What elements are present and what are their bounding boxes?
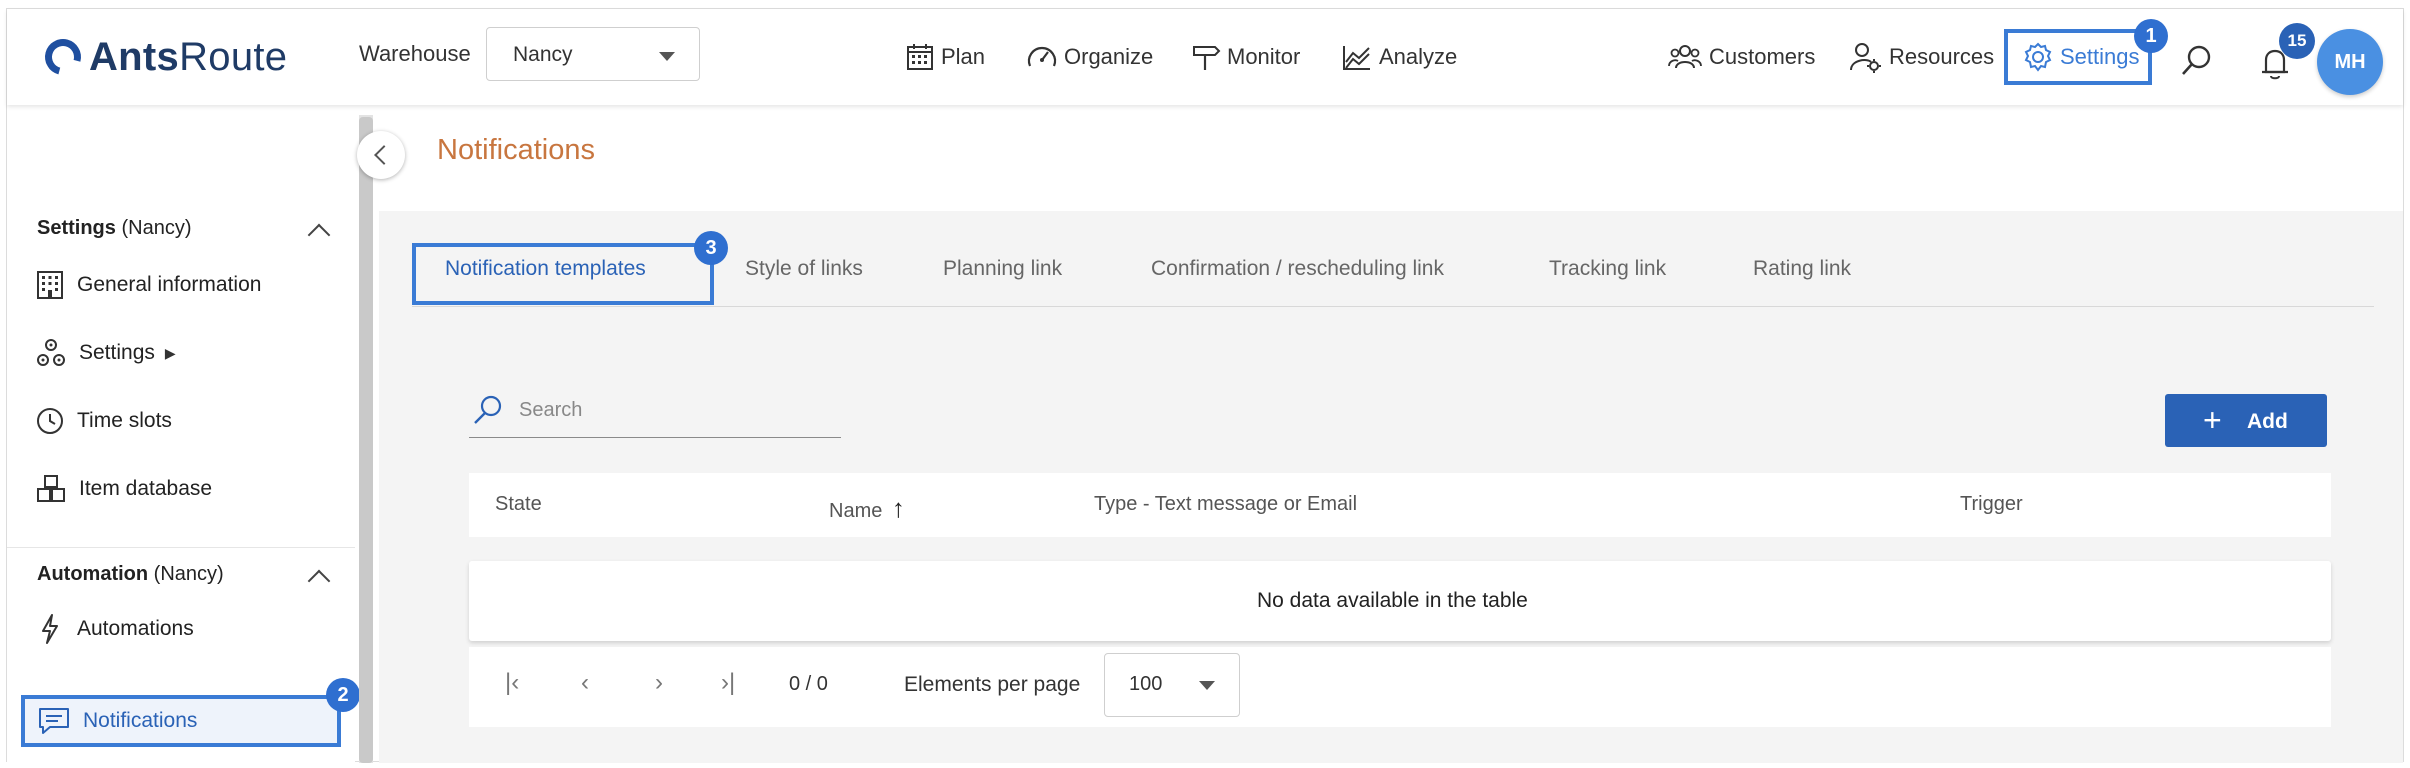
tab-confirmation-rescheduling-link[interactable]: Confirmation / rescheduling link	[1151, 257, 1444, 281]
caret-down-icon	[659, 52, 675, 61]
plus-icon: +	[2203, 402, 2222, 438]
boxes-icon	[37, 475, 65, 502]
users-icon	[1668, 45, 1702, 69]
last-page-icon[interactable]: ›|	[721, 669, 735, 697]
calendar-icon	[907, 44, 933, 70]
sidebar-item-label: Settings	[79, 341, 155, 364]
tabs-divider	[412, 306, 2374, 307]
building-icon	[37, 271, 63, 299]
elements-per-page-label: Elements per page	[904, 673, 1081, 696]
sidebar-item-general-information[interactable]: General information	[35, 265, 261, 305]
nav-resources-label: Resources	[1889, 44, 1995, 69]
tab-tracking-link[interactable]: Tracking link	[1549, 257, 1666, 281]
sidebar-scrollbar-thumb[interactable]	[359, 117, 373, 763]
table-header	[469, 473, 2331, 537]
nav-analyze-label: Analyze	[1379, 44, 1458, 69]
sort-ascending-icon: ↑	[891, 493, 905, 523]
app-window: AntsRoute Warehouse Nancy Plan Organize …	[6, 8, 2404, 763]
tab-notification-templates[interactable]: Notification templates	[445, 257, 646, 281]
nav-monitor-label: Monitor	[1227, 44, 1301, 69]
tab-planning-link[interactable]: Planning link	[943, 257, 1062, 281]
annotation-badge-1: 1	[2134, 19, 2168, 53]
warehouse-select[interactable]: Nancy	[486, 27, 700, 81]
empty-message: No data available in the table	[1257, 589, 1528, 612]
nav-organize-label: Organize	[1064, 44, 1154, 69]
sidebar-item-label: Item database	[79, 477, 213, 500]
settings-section-header[interactable]: Settings (Nancy)	[37, 217, 191, 240]
page-range: 0 / 0	[789, 673, 828, 695]
chart-icon	[1343, 46, 1370, 70]
sidebar-item-item-database[interactable]: Item database	[35, 469, 212, 509]
elements-per-page-select[interactable]	[1104, 653, 1240, 717]
sidebar-item-label: Automations	[77, 617, 194, 640]
elements-per-page-value: 100	[1129, 673, 1163, 695]
sidebar-item-settings[interactable]: Settings ▶	[35, 333, 176, 373]
notification-count-badge: 15	[2279, 23, 2315, 59]
sidebar: Settings (Nancy) General information Set…	[7, 105, 360, 763]
nav-organize[interactable]: Organize	[1026, 39, 1153, 75]
automation-section-header[interactable]: Automation (Nancy)	[37, 563, 224, 586]
logo-text: AntsRoute	[89, 34, 288, 79]
lightning-icon	[42, 614, 58, 644]
clock-icon	[37, 408, 63, 434]
speedometer-icon	[1027, 46, 1057, 67]
page-title: Notifications	[437, 134, 595, 166]
search-icon	[474, 395, 502, 424]
add-button[interactable]: + Add	[2165, 394, 2327, 447]
search-icon[interactable]	[2179, 43, 2215, 79]
chat-message-icon	[39, 708, 69, 734]
pagination-bar	[469, 647, 2331, 727]
sidebar-divider	[7, 547, 355, 548]
sidebar-item-label: Time slots	[77, 409, 172, 432]
chevron-up-icon[interactable]	[307, 223, 331, 247]
settings-highlight-box	[2004, 29, 2152, 85]
nav-analyze[interactable]: Analyze	[1341, 39, 1457, 75]
annotation-badge-2: 2	[326, 678, 360, 712]
sidebar-item-time-slots[interactable]: Time slots	[35, 401, 172, 441]
collapse-sidebar-button[interactable]	[357, 131, 405, 179]
column-name[interactable]: Name ↑	[829, 493, 905, 524]
sidebar-item-notifications[interactable]: Notifications	[37, 701, 197, 741]
first-page-icon[interactable]: |‹	[505, 669, 519, 697]
tab-rating-link[interactable]: Rating link	[1753, 257, 1851, 281]
signpost-icon	[1193, 46, 1221, 70]
sidebar-item-automations[interactable]: Automations	[35, 609, 194, 649]
gears-icon	[37, 339, 65, 366]
warehouse-label: Warehouse	[359, 41, 471, 66]
logo-icon	[38, 32, 88, 82]
antsroute-logo[interactable]: AntsRoute	[38, 32, 288, 82]
nav-monitor[interactable]: Monitor	[1191, 39, 1300, 75]
search-placeholder: Search	[519, 399, 583, 421]
nav-plan-label: Plan	[941, 44, 986, 69]
annotation-badge-3: 3	[694, 231, 728, 265]
sidebar-item-label: General information	[77, 273, 262, 296]
column-type[interactable]: Type - Text message or Email	[1094, 493, 1357, 516]
sidebar-item-label: Notifications	[83, 709, 198, 732]
tab-style-of-links[interactable]: Style of links	[745, 257, 863, 281]
submenu-arrow-icon: ▶	[164, 344, 176, 361]
nav-resources[interactable]: Resources	[1849, 39, 1994, 75]
page-header	[379, 105, 2403, 212]
avatar[interactable]: MH	[2317, 29, 2383, 95]
warehouse-value: Nancy	[513, 43, 573, 66]
top-bar: AntsRoute Warehouse Nancy Plan Organize …	[7, 9, 2403, 105]
next-page-icon[interactable]: ›	[655, 669, 663, 697]
column-trigger[interactable]: Trigger	[1960, 493, 2023, 516]
chevron-up-icon[interactable]	[307, 569, 331, 593]
nav-customers[interactable]: Customers	[1667, 39, 1815, 75]
user-gear-icon	[1850, 43, 1881, 73]
nav-customers-label: Customers	[1709, 44, 1816, 69]
add-button-label: Add	[2247, 410, 2288, 433]
previous-page-icon[interactable]: ‹	[581, 669, 589, 697]
nav-plan[interactable]: Plan	[905, 39, 985, 75]
caret-down-icon	[1199, 681, 1215, 690]
column-state[interactable]: State	[495, 493, 542, 516]
